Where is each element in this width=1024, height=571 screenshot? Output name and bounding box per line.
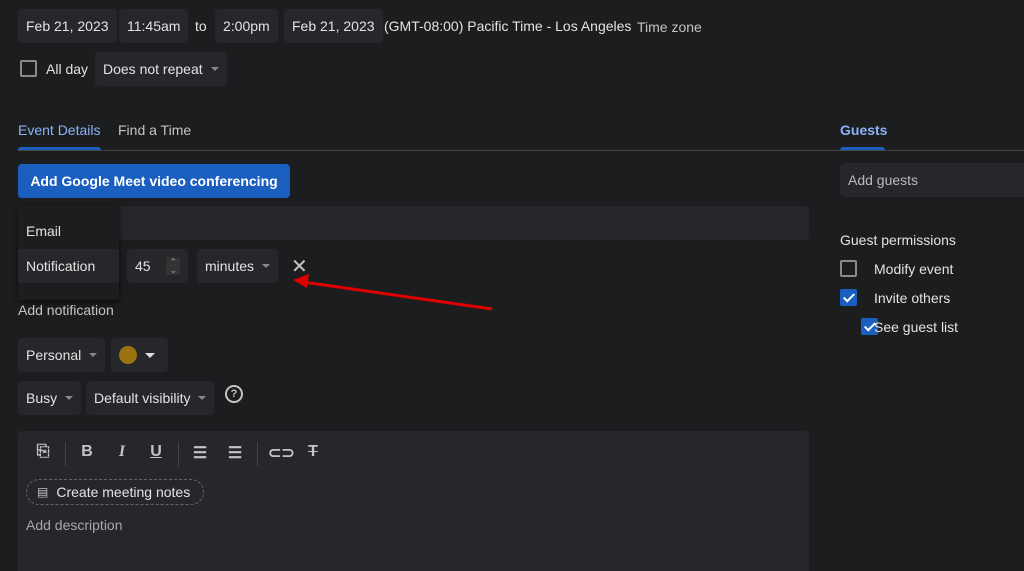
invite-others-checkbox[interactable] [840,289,857,306]
chevron-down-icon [65,396,74,400]
notes-icon: ▤ [37,485,49,499]
color-swatch [119,346,137,364]
visibility-text: Default visibility [94,390,191,406]
start-date[interactable]: Feb 21, 2023 [18,9,117,43]
end-time-text: 2:00pm [223,18,270,34]
busy-text: Busy [26,390,58,406]
start-time[interactable]: 11:45am [119,9,189,43]
chevron-down-icon [89,353,98,357]
create-meeting-notes-button[interactable]: ▤ Create meeting notes [26,479,204,505]
tabs-divider [18,150,824,151]
invite-others-label: Invite others [874,290,951,306]
bulleted-list-icon[interactable]: ☰ [225,443,245,463]
bold-icon[interactable]: B [77,443,97,461]
help-icon[interactable]: ? [225,385,243,403]
calendar-text: Personal [26,347,82,363]
meeting-notes-label: Create meeting notes [56,484,191,500]
italic-icon[interactable]: I [112,443,132,461]
menu-item-notification[interactable]: Notification [18,249,119,283]
end-date-text: Feb 21, 2023 [292,18,375,34]
notification-unit: minutes [205,258,255,274]
chevron-down-icon [198,396,207,400]
toolbar-divider [178,442,179,466]
visibility-select[interactable]: Default visibility [86,381,215,415]
start-time-text: 11:45am [127,18,181,34]
to-label: to [195,18,207,34]
notification-type-menu: Email Notification [18,206,119,300]
repeat-select[interactable]: Does not repeat [95,52,227,86]
start-date-text: Feb 21, 2023 [26,18,109,34]
notification-value: 45 [135,258,151,274]
remove-formatting-icon[interactable]: T [303,443,323,461]
timezone-text: (GMT-08:00) Pacific Time - Los Angeles [384,18,632,34]
calendar-select[interactable]: Personal [18,338,106,372]
chevron-down-icon [210,67,219,71]
notification-value-input[interactable]: 45 ⌃ ⌄ [127,249,188,283]
end-date[interactable]: Feb 21, 2023 [284,9,383,43]
description-placeholder: Add description [26,517,123,533]
tab-event-details[interactable]: Event Details [18,122,100,138]
toolbar-divider [257,442,258,466]
chevron-down-icon [145,352,155,358]
red-arrow-annotation [293,274,493,311]
notification-unit-select[interactable]: minutes [197,249,279,283]
toolbar-divider [65,442,66,466]
add-guests-input[interactable]: Add guests [840,163,1024,197]
tab-find-a-time[interactable]: Find a Time [118,122,191,138]
repeat-text: Does not repeat [103,61,203,77]
add-meet-button[interactable]: Add Google Meet video conferencing [18,164,290,198]
color-select[interactable] [111,338,168,372]
guest-permissions-title: Guest permissions [840,232,956,248]
allday-checkbox[interactable] [20,60,37,77]
add-guests-placeholder: Add guests [848,172,919,188]
guests-tab[interactable]: Guests [840,122,887,138]
see-guest-list-label: See guest list [874,319,959,335]
link-icon[interactable]: ⊂⊃ [268,443,295,463]
guests-divider [824,150,1024,151]
allday-label: All day [46,61,89,77]
add-notification-button[interactable]: Add notification [18,302,114,318]
timezone-button[interactable]: Time zone [637,10,702,44]
end-time[interactable]: 2:00pm [215,9,278,43]
menu-item-email[interactable]: Email [26,216,61,246]
location-field[interactable] [118,206,809,240]
attachment-icon[interactable]: ⎘ [33,443,53,461]
modify-event-label: Modify event [874,261,954,277]
numbered-list-icon[interactable]: ☰ [190,443,210,463]
underline-icon[interactable]: U [146,443,166,461]
stepper-icon[interactable]: ⌃ ⌄ [166,257,180,275]
modify-event-checkbox[interactable] [840,260,857,277]
chevron-down-icon [262,264,271,268]
busy-select[interactable]: Busy [18,381,82,415]
